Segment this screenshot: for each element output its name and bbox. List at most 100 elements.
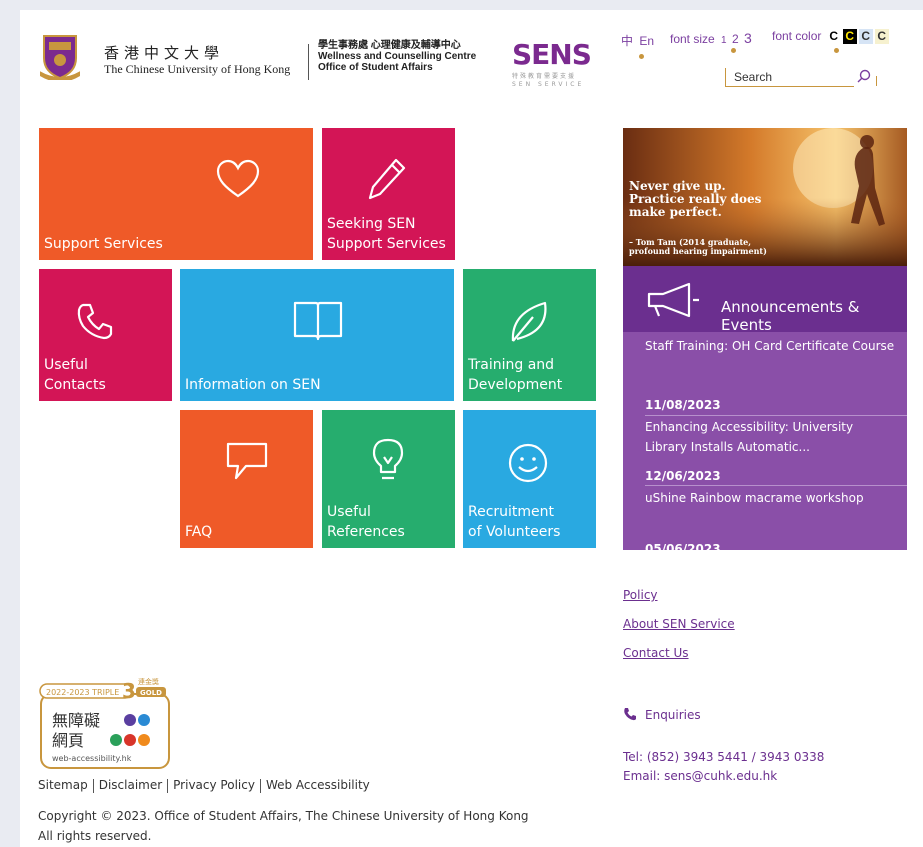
policy-link[interactable]: Policy (623, 588, 658, 602)
font-size-medium[interactable]: 2 (732, 32, 739, 46)
font-color-control: font color CCCC (772, 29, 889, 44)
announcements-header[interactable]: Announcements & Events (623, 266, 907, 334)
footer-divider (92, 778, 94, 793)
lang-zh-link[interactable]: 中 (621, 34, 633, 48)
footer-links: Sitemap Disclaimer Privacy Policy Web Acces… (38, 778, 370, 793)
badge-cn-line2: 網頁 (52, 731, 84, 750)
copyright: Copyright © 2023. Office of Student Affa… (38, 806, 529, 846)
phone-icon (624, 708, 636, 721)
sens-logo[interactable]: SENS 特殊教育需要支援 SEN SERVICE (510, 38, 605, 90)
search-tick (876, 76, 877, 86)
announcement-divider (645, 485, 907, 486)
font-size-control: font size 1 2 3 (670, 30, 752, 46)
leaf-icon (511, 301, 547, 342)
font-color-dot (834, 48, 839, 53)
university-name-cn: 香港中文大學 (104, 44, 225, 62)
search-input[interactable] (725, 68, 854, 87)
tile-label: FAQ (185, 524, 213, 540)
contact-us-link[interactable]: Contact Us (623, 646, 689, 660)
hero-attribution: – Tom Tam (2014 graduate, profound heari… (629, 237, 767, 256)
site-header: 香港中文大學 The Chinese University of Hong Ko… (20, 10, 923, 100)
contact-info: Tel: (852) 3943 5441 / 3943 0338 Email: … (623, 748, 824, 786)
smile-icon (508, 443, 548, 483)
announcement-date: 11/08/2023 (645, 398, 721, 412)
announcement-title[interactable]: Staff Training: OH Card Certificate Cour… (645, 336, 895, 356)
lang-en-link[interactable]: En (639, 34, 654, 48)
announcement-date: 12/06/2023 (645, 469, 721, 483)
pencil-icon (368, 158, 406, 200)
hero-banner[interactable]: Never give up. Practice really does make… (623, 128, 907, 266)
sens-sub-en: SEN SERVICE (512, 81, 584, 88)
rights-text: All rights reserved. (38, 829, 152, 843)
web-accessibility-badge[interactable]: 2022-2023 TRIPLE 3 連金獎 GOLD 無障礙 網頁 web-a… (38, 674, 172, 772)
sitemap-link[interactable]: Sitemap (38, 778, 88, 792)
language-switcher: 中 En (621, 32, 654, 49)
font-size-large[interactable]: 3 (744, 30, 752, 46)
book-icon (293, 301, 343, 341)
tile-label: Useful References (327, 504, 405, 540)
tile-label: Information on SEN (185, 377, 321, 393)
contact-tel: Tel: (852) 3943 5441 / 3943 0338 (623, 750, 825, 764)
search-box (725, 68, 877, 88)
page: 香港中文大學 The Chinese University of Hong Ko… (20, 10, 923, 847)
tile-label: Recruitment of Volunteers (468, 504, 561, 540)
cuhk-crest-logo[interactable] (40, 32, 80, 80)
sens-sub-cn: 特殊教育需要支援 (512, 72, 576, 80)
tile-recruitment-volunteers[interactable]: Recruitment of Volunteers (463, 410, 596, 548)
university-name-en: The Chinese University of Hong Kong (104, 62, 291, 76)
font-color-swatch[interactable]: C (858, 29, 873, 44)
office-name-cn: 學生事務處 心理健康及輔導中心 (318, 40, 461, 51)
badge-number: 3 (122, 679, 136, 703)
tile-useful-contacts[interactable]: Useful Contacts (39, 269, 172, 401)
tile-useful-references[interactable]: Useful References (322, 410, 455, 548)
font-size-small[interactable]: 1 (721, 35, 727, 46)
megaphone-icon (647, 282, 699, 318)
lang-dot (639, 54, 644, 59)
chat-icon (226, 442, 268, 480)
font-color-label: font color (772, 29, 822, 43)
enquiries-label: Enquiries (645, 708, 701, 722)
font-size-dot (731, 48, 736, 53)
lightbulb-icon (372, 438, 404, 480)
search-icon[interactable] (855, 68, 873, 86)
tile-label: Seeking SEN Support Services (327, 216, 446, 252)
header-divider (308, 44, 309, 80)
badge-url: web-accessibility.hk (52, 754, 132, 763)
phone-icon (77, 303, 113, 340)
font-color-swatch[interactable]: C (826, 29, 841, 44)
font-size-label: font size (670, 32, 715, 46)
announcement-title[interactable]: uShine Rainbow macrame workshop (645, 488, 895, 508)
privacy-policy-link[interactable]: Privacy Policy (173, 778, 255, 792)
web-accessibility-link[interactable]: Web Accessibility (266, 778, 370, 792)
tile-training-development[interactable]: Training and Development (463, 269, 596, 401)
tile-label: Training and Development (468, 357, 563, 393)
badge-award-cn: 連金獎 (138, 677, 159, 686)
announcement-date: 05/06/2023 (645, 542, 721, 556)
disclaimer-link[interactable]: Disclaimer (99, 778, 162, 792)
hero-quote: Never give up. Practice really does make… (629, 179, 762, 219)
tile-seeking-sen-support[interactable]: Seeking SEN Support Services (322, 128, 455, 260)
copyright-text: Copyright © 2023. Office of Student Affa… (38, 809, 529, 823)
tile-label: Useful Contacts (44, 357, 106, 393)
footer-divider (259, 778, 261, 793)
about-sen-service-link[interactable]: About SEN Service (623, 617, 735, 631)
font-color-swatch[interactable]: C (874, 29, 889, 44)
sens-logo-text: SENS (512, 38, 591, 71)
announcement-divider (645, 415, 907, 416)
announcements-title: Announcements & Events (721, 298, 860, 334)
tile-information-on-sen[interactable]: Information on SEN (180, 269, 454, 401)
heart-icon (216, 159, 260, 198)
announcement-title[interactable]: Enhancing Accessibility: University Libr… (645, 417, 895, 457)
tile-support-services[interactable]: Support Services (39, 128, 313, 260)
web-accessibility-badge-image: 2022-2023 TRIPLE 3 連金獎 GOLD 無障礙 網頁 web-a… (39, 677, 170, 769)
tile-faq[interactable]: FAQ (180, 410, 313, 548)
badge-gold: GOLD (140, 689, 162, 697)
contact-email[interactable]: Email: sens@cuhk.edu.hk (623, 767, 824, 786)
footer-divider (167, 778, 169, 793)
office-name: 學生事務處 心理健康及輔導中心 Wellness and Counselling… (318, 40, 476, 73)
office-name-line2: Wellness and Counselling Centre (318, 51, 477, 62)
tile-label: Support Services (44, 236, 163, 252)
font-color-swatch[interactable]: C (842, 29, 857, 44)
badge-cn-line1: 無障礙 (52, 711, 100, 730)
announcements-list: Staff Training: OH Card Certificate Cour… (623, 332, 907, 556)
